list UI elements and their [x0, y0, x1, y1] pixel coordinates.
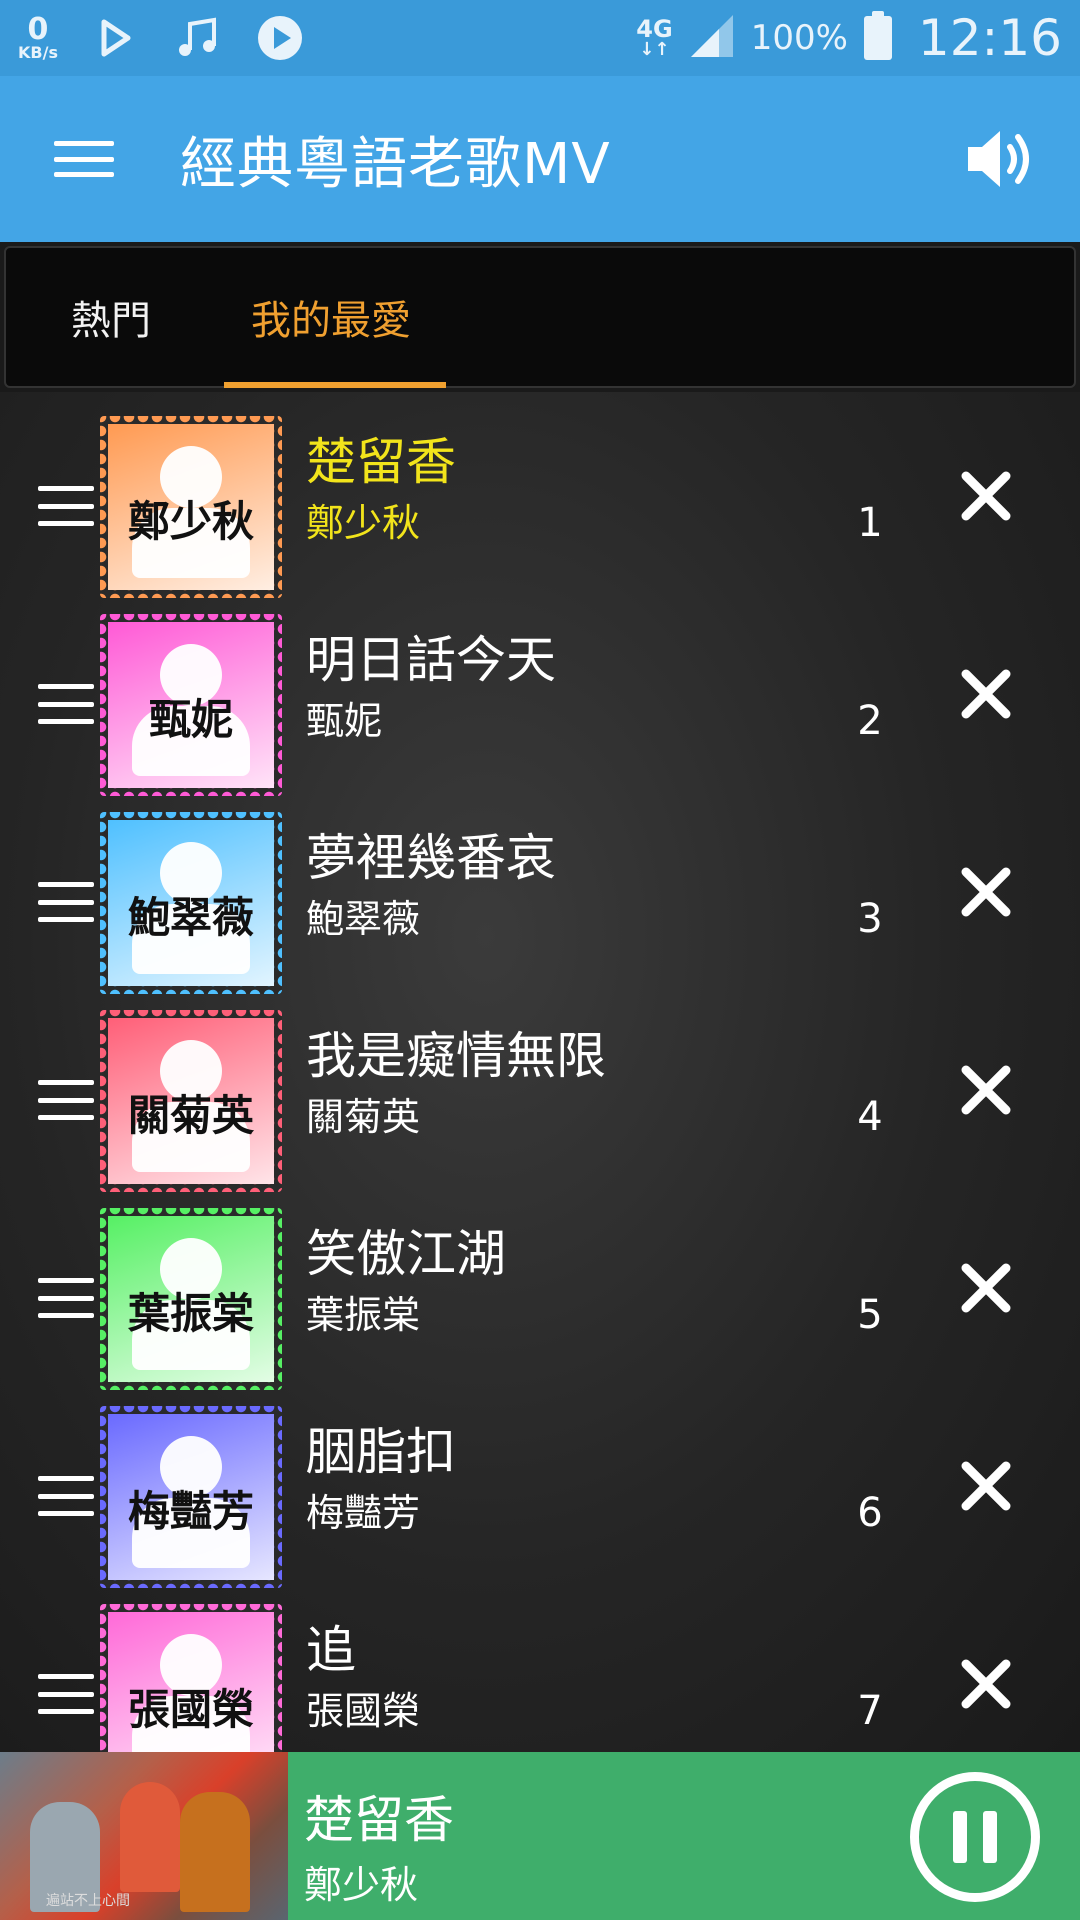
list-item[interactable]: 葉振棠 笑傲江湖 葉振棠 5 [0, 1184, 1080, 1390]
remove-icon[interactable] [960, 1262, 1012, 1314]
artist-avatar: 鄭少秋 [100, 416, 282, 598]
network-type-label: 4G [636, 15, 673, 43]
drag-handle-icon[interactable] [38, 882, 94, 922]
song-index: 5 [857, 1292, 883, 1338]
remove-icon[interactable] [960, 1460, 1012, 1512]
remove-icon[interactable] [960, 1658, 1012, 1710]
drag-handle-icon[interactable] [38, 1476, 94, 1516]
clock: 12:16 [917, 9, 1062, 67]
song-index: 1 [857, 500, 883, 546]
battery-icon [863, 11, 892, 60]
avatar-name-label: 關菊英 [127, 1091, 254, 1140]
drag-handle-icon[interactable] [38, 684, 94, 724]
play-circle-icon [256, 14, 304, 62]
tab-bar: 熱門 我的最愛 [4, 246, 1076, 388]
song-index: 7 [857, 1688, 883, 1734]
remove-icon[interactable] [960, 668, 1012, 720]
favorites-list[interactable]: 鄭少秋 楚留香 鄭少秋 1 甄妮 明日話今天 甄妮 2 鮑翠薇 夢裡幾番哀 鮑翠… [0, 392, 1080, 1752]
artist-avatar: 張國榮 [100, 1604, 282, 1752]
mini-player[interactable]: 遍站不上心間 楚留香 鄭少秋 [0, 1752, 1080, 1920]
avatar-name-label: 梅豔芳 [127, 1487, 254, 1536]
artist-avatar: 關菊英 [100, 1010, 282, 1192]
list-item[interactable]: 甄妮 明日話今天 甄妮 2 [0, 590, 1080, 796]
network-speed-value: 0 [27, 12, 49, 47]
list-item[interactable]: 梅豔芳 胭脂扣 梅豔芳 6 [0, 1382, 1080, 1588]
player-artist: 鄭少秋 [304, 1863, 419, 1907]
artist-avatar: 鮑翠薇 [100, 812, 282, 994]
avatar-name-label: 葉振棠 [127, 1289, 254, 1338]
drag-handle-icon[interactable] [38, 1674, 94, 1714]
tab-hot[interactable]: 熱門 [6, 248, 216, 386]
network-type: 4G ↓↑ [636, 17, 672, 59]
song-artist: 鮑翠薇 [306, 897, 421, 941]
artist-avatar: 梅豔芳 [100, 1406, 282, 1588]
avatar-name-label: 鄭少秋 [127, 497, 254, 546]
status-bar: 0 KB/s 4G ↓↑ 100% 12:16 [0, 0, 1080, 76]
song-artist: 張國榮 [306, 1689, 421, 1733]
battery-percent: 100% [750, 18, 848, 58]
song-title: 夢裡幾番哀 [306, 829, 556, 887]
song-title: 明日話今天 [306, 631, 556, 689]
list-item[interactable]: 張國榮 追 張國榮 7 [0, 1580, 1080, 1752]
song-title: 我是癡情無限 [306, 1027, 606, 1085]
song-title: 楚留香 [306, 433, 456, 491]
song-index: 2 [857, 698, 883, 744]
song-title: 追 [306, 1621, 356, 1679]
song-artist: 葉振棠 [306, 1293, 421, 1337]
app-bar: 經典粵語老歌MV [0, 76, 1080, 242]
pause-button[interactable] [910, 1772, 1040, 1902]
avatar-name-label: 鮑翠薇 [127, 893, 254, 942]
player-song-title: 楚留香 [304, 1791, 454, 1849]
network-speed-unit: KB/s [18, 43, 58, 62]
song-artist: 梅豔芳 [306, 1491, 421, 1535]
song-index: 3 [857, 896, 883, 942]
signal-icon [689, 13, 735, 63]
video-caption: 遍站不上心間 [46, 1893, 130, 1909]
drag-handle-icon[interactable] [38, 486, 94, 526]
menu-icon[interactable] [54, 137, 114, 181]
list-item[interactable]: 關菊英 我是癡情無限 關菊英 4 [0, 986, 1080, 1192]
list-item[interactable]: 鮑翠薇 夢裡幾番哀 鮑翠薇 3 [0, 788, 1080, 994]
song-title: 胭脂扣 [306, 1423, 456, 1481]
song-index: 4 [857, 1094, 883, 1140]
app-title: 經典粵語老歌MV [180, 131, 611, 197]
artist-avatar: 甄妮 [100, 614, 282, 796]
song-artist: 關菊英 [306, 1095, 421, 1139]
artist-avatar: 葉振棠 [100, 1208, 282, 1390]
song-index: 6 [857, 1490, 883, 1536]
remove-icon[interactable] [960, 866, 1012, 918]
song-artist: 鄭少秋 [306, 501, 421, 545]
video-thumbnail[interactable]: 遍站不上心間 [0, 1752, 288, 1920]
remove-icon[interactable] [960, 470, 1012, 522]
list-item[interactable]: 鄭少秋 楚留香 鄭少秋 1 [0, 392, 1080, 598]
tab-favorites[interactable]: 我的最愛 [216, 248, 446, 388]
tab-favorites-label: 我的最愛 [251, 298, 411, 344]
drag-handle-icon[interactable] [38, 1278, 94, 1318]
remove-icon[interactable] [960, 1064, 1012, 1116]
network-speed: 0 KB/s [18, 15, 58, 61]
avatar-name-label: 甄妮 [148, 695, 233, 744]
play-notification-icon [92, 14, 140, 62]
song-artist: 甄妮 [306, 699, 383, 743]
tab-hot-label: 熱門 [71, 298, 151, 344]
volume-icon[interactable] [960, 119, 1040, 199]
data-arrows: ↓↑ [639, 39, 670, 60]
song-title: 笑傲江湖 [306, 1225, 506, 1283]
avatar-name-label: 張國榮 [127, 1685, 254, 1734]
tab-active-indicator [224, 382, 446, 388]
drag-handle-icon[interactable] [38, 1080, 94, 1120]
music-note-icon [174, 14, 222, 62]
